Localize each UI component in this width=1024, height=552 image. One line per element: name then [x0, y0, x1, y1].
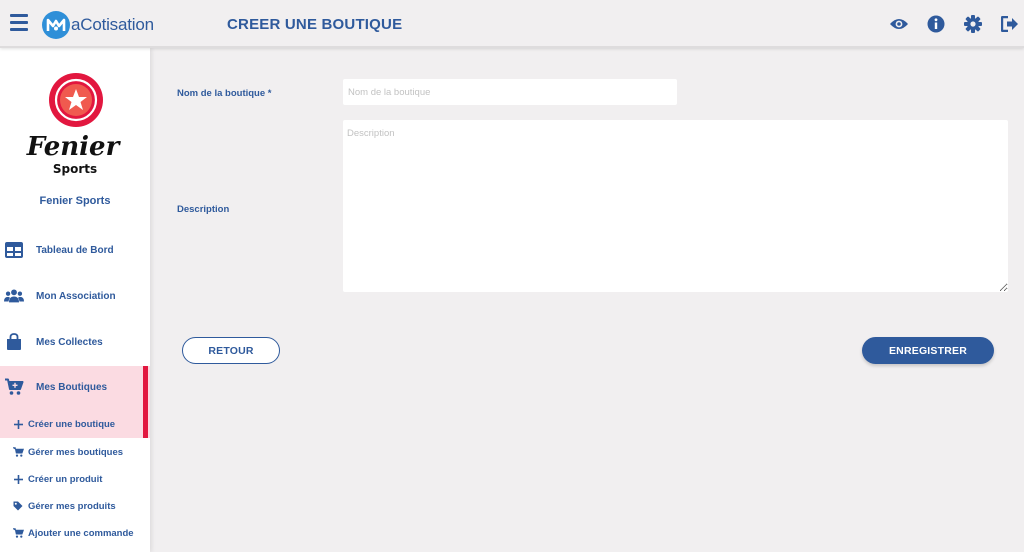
- plus-icon: [12, 418, 24, 430]
- sidebar-item-mes-boutiques[interactable]: Mes Boutiques: [0, 367, 150, 407]
- top-bar: aCotisation CREER UNE BOUTIQUE: [0, 0, 1024, 48]
- sidebar-subitem-ajouter-une-commande[interactable]: Ajouter une commande: [0, 522, 150, 544]
- back-button[interactable]: RETOUR: [182, 337, 280, 364]
- save-button[interactable]: ENREGISTRER: [862, 337, 994, 364]
- page-title: CREER UNE BOUTIQUE: [227, 16, 403, 33]
- sidebar-subitem-creer-une-boutique[interactable]: Créer une boutique: [0, 413, 150, 435]
- description-textarea[interactable]: [343, 120, 1008, 292]
- sidebar-subitem-creer-un-produit[interactable]: Créer un produit: [0, 468, 150, 490]
- logo-m-icon: [42, 11, 70, 39]
- shop-name-input[interactable]: [343, 79, 677, 105]
- tag-icon: [12, 500, 24, 512]
- description-label: Description: [177, 204, 230, 215]
- info-icon[interactable]: [926, 14, 946, 34]
- sidebar-subitem-gerer-mes-produits[interactable]: Gérer mes produits: [0, 495, 150, 517]
- logo-text: aCotisation: [71, 15, 154, 34]
- sidebar-subitem-gerer-mes-boutiques[interactable]: Gérer mes boutiques: [0, 441, 150, 463]
- sidebar-subitem-label: Créer un produit: [28, 473, 103, 485]
- eye-icon[interactable]: [889, 14, 909, 34]
- app-logo[interactable]: aCotisation: [42, 10, 154, 40]
- sidebar-subitem-label: Créer une boutique: [28, 418, 116, 430]
- gear-icon[interactable]: [963, 14, 983, 34]
- bag-icon: [4, 332, 24, 352]
- sidebar-item-label: Mes Collectes: [36, 336, 103, 348]
- menu-icon[interactable]: [10, 14, 28, 32]
- sidebar-item-tableau-de-bord[interactable]: Tableau de Bord: [0, 230, 150, 270]
- sidebar-subitem-label: Gérer mes produits: [28, 500, 116, 512]
- users-icon: [4, 286, 24, 306]
- sidebar-subitem-label: Gérer mes boutiques: [28, 446, 124, 458]
- svg-text:Fenier: Fenier: [26, 132, 122, 162]
- sidebar-item-mon-association[interactable]: Mon Association: [0, 276, 150, 316]
- sidebar: Fenier Sports Fenier Sports Tableau de B…: [0, 48, 150, 552]
- shop-name-label: Nom de la boutique *: [177, 88, 272, 99]
- sidebar-item-label: Mon Association: [36, 290, 116, 302]
- sidebar-item-label: Tableau de Bord: [36, 244, 114, 256]
- header-actions: [872, 14, 1020, 34]
- plus-icon: [12, 473, 24, 485]
- svg-text:Sports: Sports: [53, 162, 97, 176]
- cart-icon: [12, 446, 24, 458]
- brand-logo: Fenier Sports: [26, 72, 126, 182]
- logout-icon[interactable]: [1000, 14, 1020, 34]
- dashboard-icon: [4, 240, 24, 260]
- cart-icon: [12, 527, 24, 539]
- sidebar-item-label: Mes Boutiques: [36, 381, 108, 393]
- brand-name: Fenier Sports: [39, 195, 111, 207]
- sidebar-subitem-label: Ajouter une commande: [28, 527, 134, 539]
- sidebar-item-mes-collectes[interactable]: Mes Collectes: [0, 322, 150, 362]
- cart-plus-icon: [4, 377, 24, 397]
